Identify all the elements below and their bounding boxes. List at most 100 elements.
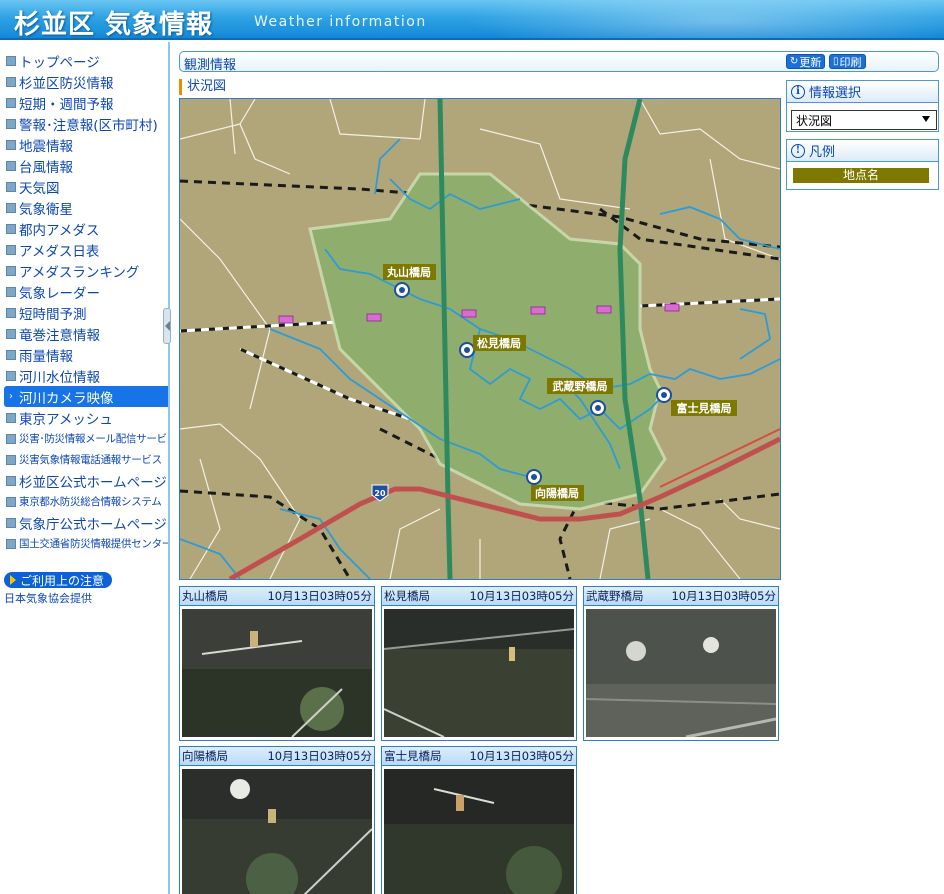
dropdown-arrow-icon — [922, 116, 930, 122]
info-type-selected: 状況図 — [796, 113, 833, 128]
camera-image[interactable] — [384, 609, 574, 737]
camera-name: 富士見橋局 — [384, 749, 442, 763]
site-subtitle: Weather information — [254, 14, 427, 30]
sidebar-item-13[interactable]: 竜巻注意情報 — [0, 323, 168, 344]
station-label-maruyama: 丸山橋局 — [386, 265, 431, 279]
refresh-label: 更新 — [799, 55, 822, 69]
sidebar-item-5[interactable]: 台風情報 — [0, 155, 168, 176]
sidebar-collapse-handle[interactable] — [163, 308, 171, 344]
sidebar-item-11[interactable]: 気象レーダー — [0, 281, 168, 302]
camera-tile-header: 武蔵野橋局 10月13日03時05分 — [584, 587, 778, 606]
camera-image[interactable] — [182, 769, 372, 894]
square-bullet-icon — [6, 349, 16, 360]
info-select-box: i 情報選択 状況図 — [786, 80, 939, 132]
sidebar-item-4[interactable]: 地震情報 — [0, 134, 168, 155]
legend-icon: ! — [791, 143, 805, 158]
sidebar-item-16[interactable]: › 河川カメラ映像 — [4, 386, 168, 407]
camera-tile: 武蔵野橋局 10月13日03時05分 — [583, 586, 779, 741]
refresh-button[interactable]: ↻ 更新 — [786, 54, 826, 69]
usage-notice-button[interactable]: ご利用上の注意 — [4, 572, 113, 588]
sidebar-item-6[interactable]: 天気図 — [0, 176, 168, 197]
sidebar-item-20[interactable]: 杉並区公式ホームページ — [0, 470, 168, 491]
usage-notice-label: ご利用上の注意 — [20, 573, 105, 588]
square-bullet-icon — [6, 433, 16, 444]
sidebar-item-3[interactable]: 警報･注意報(区市町村) — [0, 113, 168, 134]
camera-image[interactable] — [182, 609, 372, 737]
sidebar-item-23[interactable]: 国土交通省防災情報提供センター — [0, 533, 168, 554]
square-bullet-icon — [6, 76, 16, 87]
map-heading: 状況図 — [179, 79, 226, 95]
sidebar-item-label: 杉並区防災情報 — [19, 75, 114, 92]
square-bullet-icon — [6, 97, 16, 108]
sidebar-item-17[interactable]: 東京アメッシュ — [0, 407, 168, 428]
sidebar-item-7[interactable]: 気象衛星 — [0, 197, 168, 218]
camera-image-canvas — [586, 609, 776, 737]
camera-image-canvas — [182, 769, 372, 894]
print-icon: ▯ — [833, 56, 839, 67]
camera-timestamp: 10月13日03時05分 — [469, 589, 574, 603]
sidebar-item-label: 杉並区公式ホームページ — [19, 474, 167, 491]
square-bullet-icon — [6, 370, 16, 381]
sidebar: トップページ杉並区防災情報 短期・週間予報 警報･注意報(区市町村) 地震情報台風情報… — [0, 42, 170, 894]
sidebar-item-label: 東京アメッシュ — [19, 411, 113, 428]
camera-timestamp: 10月13日03時05分 — [267, 749, 372, 763]
camera-timestamp: 10月13日03時05分 — [671, 589, 776, 603]
info-select-heading: 情報選択 — [809, 86, 862, 101]
sidebar-item-14[interactable]: 雨量情報 — [0, 344, 168, 365]
camera-image-canvas — [384, 769, 574, 894]
chevron-left-icon — [165, 321, 170, 331]
square-bullet-icon — [6, 118, 16, 129]
station-label-fujimi: 富士見橋局 — [677, 401, 732, 415]
camera-image[interactable] — [384, 769, 574, 894]
print-button[interactable]: ▯ 印刷 — [829, 54, 866, 69]
chevron-right-icon: › — [9, 390, 13, 402]
sidebar-item-8[interactable]: 都内アメダス — [0, 218, 168, 239]
sidebar-item-15[interactable]: 河川水位情報 — [0, 365, 168, 386]
sidebar-item-19[interactable]: 災害気象情報電話通報サービス — [0, 449, 168, 470]
camera-name: 松見橋局 — [384, 589, 430, 603]
sidebar-item-2[interactable]: 短期・週間予報 — [0, 92, 168, 113]
sidebar-item-22[interactable]: 気象庁公式ホームページ — [0, 512, 168, 533]
sidebar-item-label: 災害･防災情報メール配信サービス — [19, 433, 168, 445]
camera-image[interactable] — [586, 609, 776, 737]
print-label: 印刷 — [839, 55, 862, 69]
sidebar-item-9[interactable]: アメダス日表 — [0, 239, 168, 260]
info-select-header: i 情報選択 — [787, 81, 938, 103]
camera-tile-header: 富士見橋局 10月13日03時05分 — [382, 747, 576, 766]
sidebar-item-10[interactable]: アメダスランキング — [0, 260, 168, 281]
camera-tile: 松見橋局 10月13日03時05分 — [381, 586, 577, 741]
camera-name: 丸山橋局 — [182, 589, 228, 603]
sidebar-item-label: 河川カメラ映像 — [19, 390, 114, 407]
sidebar-item-label: 国土交通省防災情報提供センター — [19, 538, 168, 550]
camera-name: 武蔵野橋局 — [586, 589, 644, 603]
site-title: 杉並区 気象情報 — [14, 10, 214, 40]
route-number: 20 — [374, 489, 386, 498]
camera-tile: 向陽橋局 10月13日03時05分 — [179, 746, 375, 894]
sidebar-item-label: アメダス日表 — [19, 243, 100, 260]
sidebar-item-label: 台風情報 — [19, 159, 73, 176]
square-bullet-icon — [6, 286, 16, 297]
sidebar-item-18[interactable]: 災害･防災情報メール配信サービス — [0, 428, 168, 449]
sidebar-item-21[interactable]: 東京都水防災総合情報システム — [0, 491, 168, 512]
sidebar-item-label: 短期・週間予報 — [19, 96, 114, 113]
square-bullet-icon — [6, 244, 16, 255]
station-label-matsumi: 松見橋局 — [477, 336, 521, 350]
sidebar-item-label: 天気図 — [19, 180, 60, 197]
legend-box: ! 凡例 地点名 — [786, 139, 939, 190]
camera-tile-header: 丸山橋局 10月13日03時05分 — [180, 587, 374, 606]
sidebar-item-12[interactable]: 短時間予測 — [0, 302, 168, 323]
sidebar-item-label: 雨量情報 — [19, 348, 73, 365]
site-header: 杉並区 気象情報 Weather information — [0, 0, 944, 40]
station-label-musashino: 武蔵野橋局 — [553, 379, 608, 393]
legend-heading: 凡例 — [809, 145, 836, 160]
camera-image-canvas — [384, 609, 574, 737]
sidebar-item-0[interactable]: トップページ — [0, 50, 168, 71]
info-type-select[interactable]: 状況図 — [791, 110, 937, 130]
sidebar-item-1[interactable]: 杉並区防災情報 — [0, 71, 168, 92]
sidebar-item-label: 気象庁公式ホームページ — [19, 516, 167, 533]
square-bullet-icon — [6, 328, 16, 339]
sidebar-item-label: 東京都水防災総合情報システム — [19, 496, 162, 508]
status-map: 20 丸山橋局 松見橋局 武蔵野橋局 富士見橋局 向陽橋局 — [179, 98, 781, 580]
observation-panel-bar: 観測情報 ↻ 更新 ▯ 印刷 — [179, 51, 939, 73]
square-bullet-icon — [6, 202, 16, 213]
